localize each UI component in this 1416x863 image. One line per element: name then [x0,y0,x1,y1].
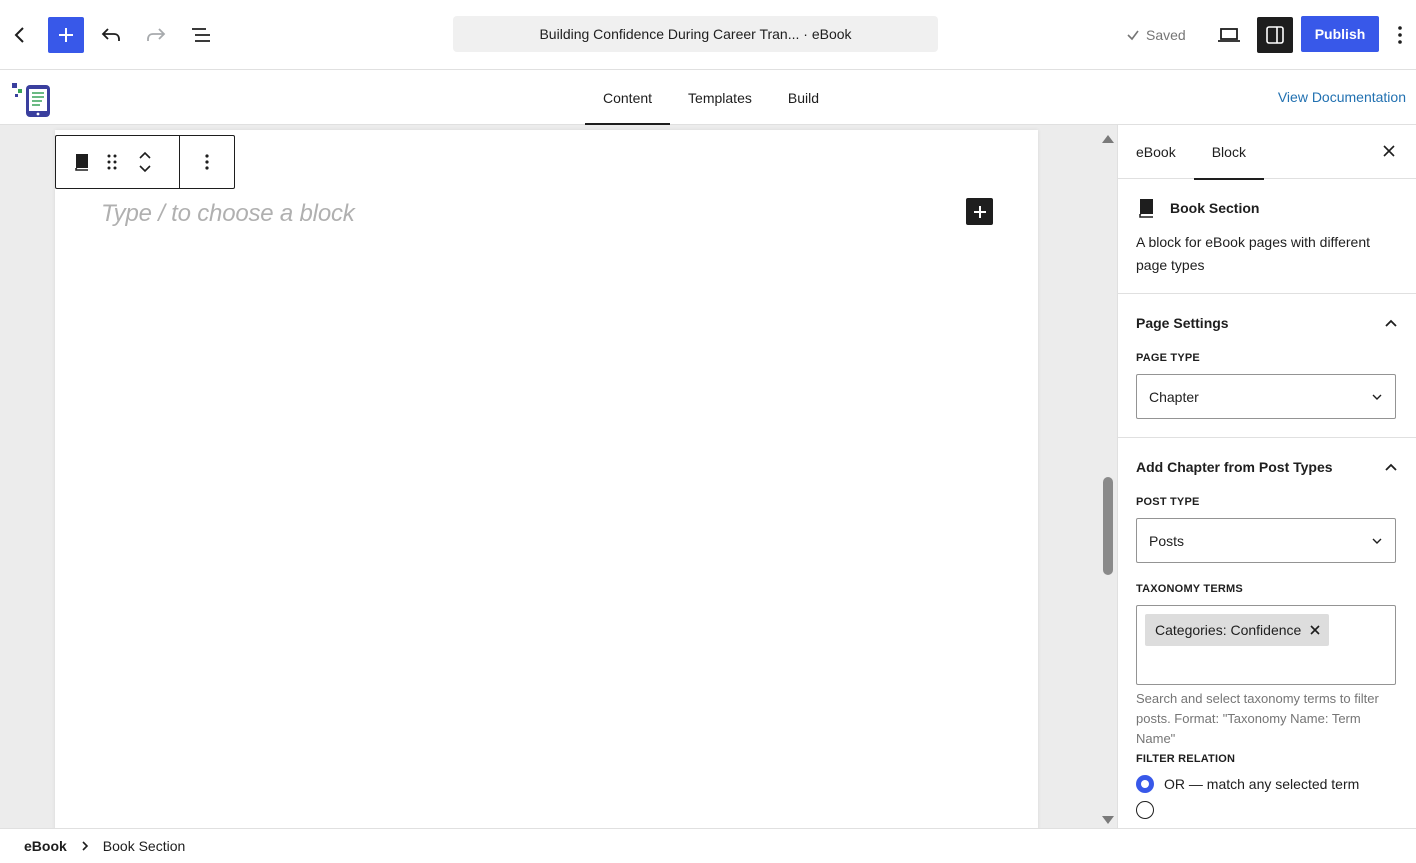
plus-icon [973,205,986,218]
filter-option-or[interactable]: OR — match any selected term [1136,775,1398,793]
editor-header: Building Confidence During Career Tran..… [0,0,1416,70]
scroll-up-arrow[interactable] [1102,135,1114,143]
tab-block[interactable]: Block [1193,125,1265,180]
chevron-right-icon [82,841,88,851]
tab-content[interactable]: Content [585,71,671,125]
block-card: Book Section A block for eBook pages wit… [1118,179,1416,294]
panel-title: Add Chapter from Post Types [1136,459,1333,475]
more-vertical-icon [205,154,209,170]
publish-button[interactable]: Publish [1301,16,1379,52]
view-documentation-link[interactable]: View Documentation [1278,89,1406,105]
document-overview-button[interactable] [183,17,219,53]
document-title-bar[interactable]: Building Confidence During Career Tran..… [453,16,938,52]
page-settings-toggle[interactable]: Page Settings [1136,294,1398,352]
chevron-down-icon [1372,538,1382,544]
settings-toggle-button[interactable] [1257,17,1293,53]
tab-build[interactable]: Build [770,71,837,125]
taxonomy-token-label: Categories: Confidence [1155,622,1302,638]
block-toolbar-main-group [56,136,180,188]
tab-templates[interactable]: Templates [670,71,770,125]
block-inserter-button[interactable] [48,17,84,53]
editor-page[interactable] [55,130,1038,828]
chevron-up-icon [1385,319,1397,327]
taxonomy-terms-input[interactable]: Categories: Confidence [1136,605,1396,685]
filter-option-and[interactable] [1136,801,1398,819]
breadcrumb-root[interactable]: eBook [24,838,67,854]
laptop-icon [1218,28,1240,42]
block-breadcrumb: eBook Book Section [0,828,1416,863]
radio-selected[interactable] [1136,775,1154,793]
sidebar-icon [1266,26,1284,44]
chevron-up-icon[interactable] [138,151,152,160]
chevron-down-icon [1372,394,1382,400]
add-chapter-panel: Add Chapter from Post Types POST TYPE Po… [1118,438,1416,828]
plus-icon [59,28,73,42]
preview-button[interactable] [1211,17,1247,53]
list-view-icon [192,28,210,42]
editor-canvas: Type / to choose a block [0,125,1117,828]
add-chapter-toggle[interactable]: Add Chapter from Post Types [1136,438,1398,496]
subnav-tabs: Content Templates Build [585,71,837,125]
block-card-header: Book Section [1136,197,1398,219]
settings-sidebar: eBook Block Book Section A block for eBo… [1117,125,1416,828]
options-menu-button[interactable] [1388,17,1412,53]
book-icon [1139,199,1153,218]
inline-add-block-button[interactable] [966,198,993,225]
taxonomy-token: Categories: Confidence [1145,614,1330,646]
filter-option-or-label: OR — match any selected term [1164,776,1360,792]
book-icon [75,154,88,171]
block-card-description: A block for eBook pages with different p… [1136,234,1370,273]
canvas-scrollbar[interactable] [1099,130,1117,826]
drag-handle[interactable] [106,153,118,171]
undo-button[interactable] [93,17,129,53]
chevron-down-icon[interactable] [138,164,152,173]
close-sidebar-button[interactable] [1380,142,1398,160]
plugin-logo [12,77,52,117]
filter-relation-label: FILTER RELATION [1136,753,1236,765]
redo-button[interactable] [138,17,174,53]
remove-token-icon[interactable] [1309,624,1321,636]
undo-icon [101,28,120,41]
block-placeholder[interactable]: Type / to choose a block [101,200,355,228]
back-button[interactable] [2,17,38,53]
post-type-select[interactable]: Posts [1136,518,1396,563]
close-icon [1383,145,1395,157]
post-type-label: POST TYPE [1136,496,1200,508]
block-toolbar [55,135,235,189]
scroll-down-arrow[interactable] [1102,816,1114,824]
sidebar-tabs: eBook Block [1118,125,1416,180]
block-mover [138,151,152,173]
redo-icon [147,28,166,41]
taxonomy-terms-label: TAXONOMY TERMS [1136,583,1243,595]
chevron-up-icon [1385,463,1397,471]
tab-ebook[interactable]: eBook [1118,125,1194,179]
post-type-value: Posts [1149,532,1185,549]
page-type-select[interactable]: Chapter [1136,374,1396,419]
radio-unselected[interactable] [1136,801,1154,819]
page-type-label: PAGE TYPE [1136,352,1200,364]
page-type-value: Chapter [1149,388,1199,405]
panel-title: Page Settings [1136,315,1229,331]
breadcrumb-separator [81,840,89,852]
check-icon [1127,30,1139,41]
scroll-thumb[interactable] [1103,477,1113,575]
block-options-button[interactable] [180,136,234,188]
saved-label: Saved [1146,27,1186,43]
saved-indicator: Saved [1126,17,1186,53]
more-vertical-icon [1398,26,1402,44]
taxonomy-help-text: Search and select taxonomy terms to filt… [1136,691,1379,746]
breadcrumb-current: Book Section [102,838,186,854]
plugin-subnav: Content Templates Build View Documentati… [0,71,1416,125]
drag-handle-icon [107,154,117,170]
block-type-button[interactable] [72,152,92,172]
page-settings-panel: Page Settings PAGE TYPE Chapter [1118,294,1416,438]
block-card-title: Book Section [1170,200,1260,216]
ebook-logo-icon [12,83,50,117]
chevron-left-icon [14,27,24,43]
